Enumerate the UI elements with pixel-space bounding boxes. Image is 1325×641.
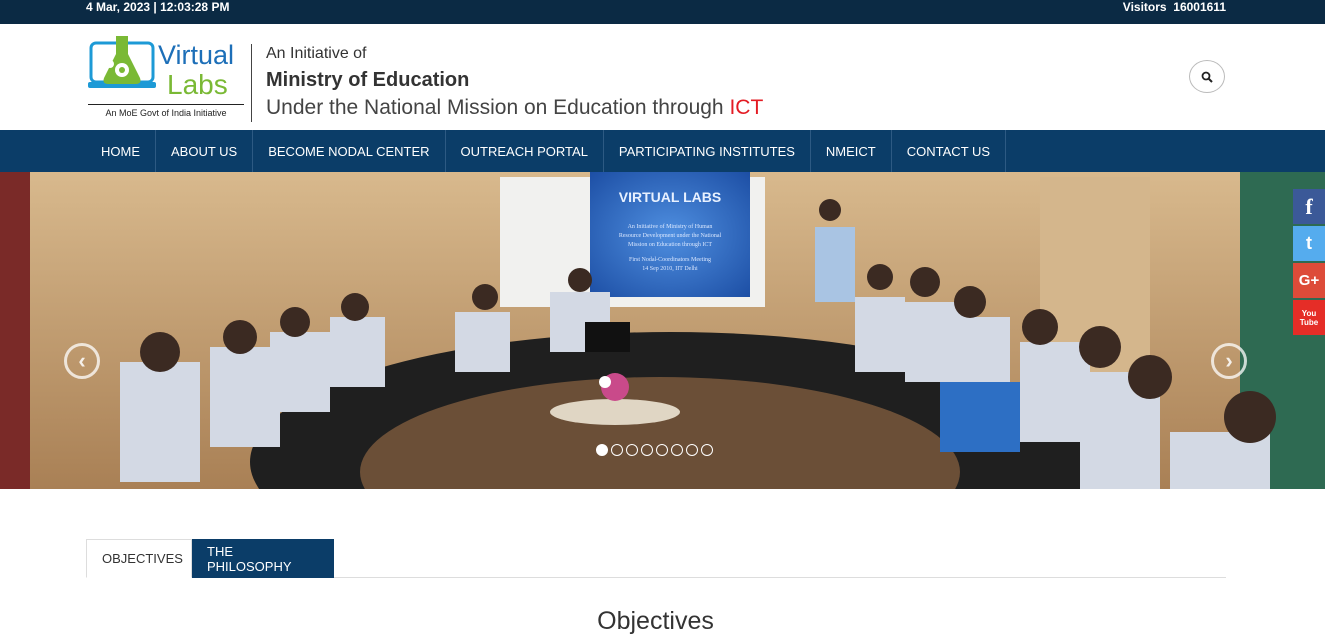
- header-divider: [251, 44, 252, 122]
- date-time: 4 Mar, 2023 | 12:03:28 PM: [86, 0, 230, 14]
- mission-ict: ICT: [729, 96, 764, 119]
- logo-word-virtual: Virtual: [158, 40, 234, 70]
- slider-dots: [596, 444, 713, 456]
- nav-about-us[interactable]: ABOUT US: [156, 130, 254, 172]
- search-icon: [1201, 71, 1213, 83]
- nav-participating-institutes[interactable]: PARTICIPATING INSTITUTES: [604, 130, 811, 172]
- mission-prefix: Under the National Mission on Education …: [266, 96, 730, 119]
- screen-line: 14 Sep 2010, IIT Delhi: [642, 266, 698, 272]
- slider-dot[interactable]: [596, 444, 608, 456]
- top-bar: 4 Mar, 2023 | 12:03:28 PM Visitors 16001…: [0, 0, 1325, 24]
- screen-line: Resource Development under the National: [619, 233, 722, 239]
- visitors-count: 16001611: [1173, 0, 1226, 14]
- content-tabs: OBJECTIVES THE PHILOSOPHY: [86, 539, 1226, 578]
- nav-become-nodal-center[interactable]: BECOME NODAL CENTER: [253, 130, 446, 172]
- social-sidebar: f t G+ You Tube: [1293, 189, 1325, 337]
- logo-word-labs: Labs: [167, 69, 228, 100]
- nav-home[interactable]: HOME: [86, 130, 156, 172]
- screen-line: First Nodal-Coordinators Meeting: [629, 257, 711, 263]
- screen-line: Mission on Education through ICT: [628, 242, 712, 248]
- site-header: Virtual Labs An MoE Govt of India Initia…: [0, 24, 1325, 130]
- main-nav: HOME ABOUT US BECOME NODAL CENTER OUTREA…: [0, 130, 1325, 172]
- meeting-photo: VIRTUAL LABS An Initiative of Ministry o…: [0, 172, 1325, 489]
- google-plus-icon[interactable]: G+: [1293, 263, 1325, 298]
- slider-dot[interactable]: [611, 444, 623, 456]
- slider-dot[interactable]: [656, 444, 668, 456]
- nav-contact-us[interactable]: CONTACT US: [892, 130, 1007, 172]
- logo-caption: An MoE Govt of India Initiative: [88, 104, 244, 118]
- visitors-label: Visitors: [1122, 0, 1167, 14]
- screen-title: VIRTUAL LABS: [619, 189, 721, 205]
- ministry-title: Ministry of Education: [266, 69, 470, 91]
- chevron-left-icon: ‹: [78, 348, 86, 373]
- slider-dot[interactable]: [701, 444, 713, 456]
- twitter-icon[interactable]: t: [1293, 226, 1325, 261]
- slider-dot[interactable]: [626, 444, 638, 456]
- tab-the-philosophy[interactable]: THE PHILOSOPHY: [192, 539, 334, 578]
- slider-dot[interactable]: [641, 444, 653, 456]
- mission-text: Under the National Mission on Education …: [266, 96, 763, 120]
- virtual-labs-logo[interactable]: Virtual Labs An MoE Govt of India Initia…: [88, 34, 246, 120]
- tab-objectives[interactable]: OBJECTIVES: [86, 539, 192, 578]
- slider-prev-button[interactable]: ‹: [64, 343, 100, 379]
- hero-slider[interactable]: VIRTUAL LABS An Initiative of Ministry o…: [0, 172, 1325, 489]
- initiative-text: An Initiative of: [266, 45, 367, 62]
- lab-flask-icon: Virtual Labs: [88, 36, 234, 100]
- section-title: Objectives: [597, 607, 714, 635]
- visitor-counter: Visitors 16001611: [1123, 0, 1226, 14]
- slider-dot[interactable]: [671, 444, 683, 456]
- slider-next-button[interactable]: ›: [1211, 343, 1247, 379]
- screen-line: An Initiative of Ministry of Human: [628, 223, 713, 230]
- chevron-right-icon: ›: [1225, 348, 1233, 373]
- youtube-icon[interactable]: You Tube: [1293, 300, 1325, 335]
- slider-dot[interactable]: [686, 444, 698, 456]
- nav-outreach-portal[interactable]: OUTREACH PORTAL: [446, 130, 604, 172]
- search-button[interactable]: [1189, 60, 1225, 93]
- nav-nmeict[interactable]: NMEICT: [811, 130, 892, 172]
- facebook-icon[interactable]: f: [1293, 189, 1325, 224]
